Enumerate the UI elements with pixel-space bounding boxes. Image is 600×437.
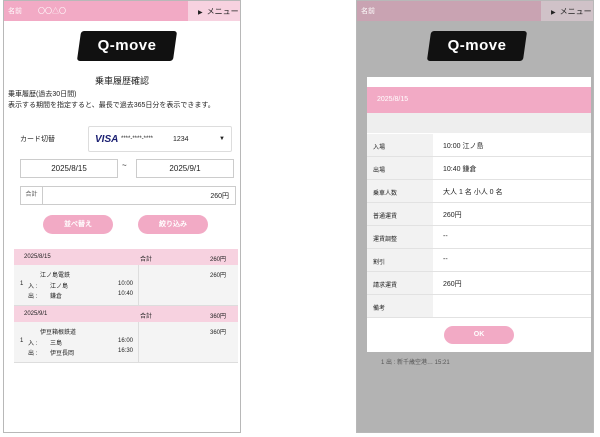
detail-row-exit: 出場 10:40 鎌倉 (367, 157, 591, 180)
menu-arrow-icon: ▶ (551, 10, 556, 16)
top-bar: 名前 ▶ メニュー (357, 1, 593, 21)
user-name-label: 名前 (8, 8, 22, 15)
detail-modal: 2025/8/15 入場 10:00 江ノ島 出場 10:40 鎌倉 乗車人数 … (367, 77, 591, 352)
history-entry[interactable]: 江ノ島電鉄 260円 1 入 : 江ノ島 10:00 出 : 鎌倉 10:40 (14, 265, 238, 306)
detail-row-fare-adjustment: 運賃調整 -- (367, 226, 591, 249)
entry-label: 入 : (28, 341, 38, 347)
entry-time: 10:00 (118, 281, 134, 287)
history-range-note: 乗車履歴(過去30日間) (8, 91, 77, 98)
entry-label: 入 : (28, 284, 38, 290)
card-select[interactable]: VISA ****-****-**** 1234 ▼ (88, 126, 232, 152)
qmove-logo: Q-move (426, 31, 528, 61)
visa-logo: VISA (95, 134, 119, 145)
menu-label: メニュー (206, 7, 239, 16)
card-switch-label: カード切替 (20, 136, 55, 143)
period-help-text: 表示する期間を指定すると、最長で過去365日分を表示できます。 (8, 102, 215, 109)
exit-label: 出 : (28, 294, 38, 300)
operator-name: 伊豆箱根鉄道 (40, 330, 77, 336)
total-label: 合計 (21, 187, 43, 204)
modal-spacer (367, 113, 591, 133)
user-name-value: 〇〇△〇 (38, 8, 66, 15)
entry-station: 三島 (50, 341, 63, 347)
detail-row-passengers: 乗車人数 大人 1 名 小人 0 名 (367, 180, 591, 203)
user-name-label: 名前 (361, 8, 375, 15)
exit-station: 伊豆長岡 (50, 351, 75, 357)
card-last-digits: 1234 (173, 136, 189, 143)
background-history-fragment: 1 出 : 新千歳空港… 15:21 (381, 360, 450, 366)
total-value: 260円 (210, 193, 229, 200)
entry-station: 江ノ島 (50, 284, 69, 290)
passenger-count: 1 (20, 281, 24, 287)
detail-row-discount: 割引 -- (367, 249, 591, 272)
history-screen: 名前 〇〇△〇 ▶ メニュー Q-move 乗車履歴確認 乗車履歴(過去30日間)… (3, 0, 241, 433)
sort-button[interactable]: 並べ替え (43, 215, 113, 234)
date-to-input[interactable]: 2025/9/1 (136, 159, 234, 178)
filter-button[interactable]: 絞り込み (138, 215, 208, 234)
exit-label: 出 : (28, 351, 38, 357)
history-date-header: 2025/8/15 合計 260円 (14, 249, 238, 265)
exit-time: 16:30 (118, 348, 134, 354)
detail-row-entry: 入場 10:00 江ノ島 (367, 134, 591, 157)
exit-station: 鎌倉 (50, 294, 63, 300)
total-field: 合計 260円 (20, 186, 236, 205)
history-date-header: 2025/9/1 合計 360円 (14, 306, 238, 322)
detail-row-remarks: 備考 (367, 295, 591, 318)
ok-button[interactable]: OK (444, 326, 514, 344)
entry-time: 16:00 (118, 338, 134, 344)
top-bar: 名前 〇〇△〇 ▶ メニュー (4, 1, 240, 21)
menu-arrow-icon: ▶ (198, 10, 203, 16)
passenger-count: 1 (20, 338, 24, 344)
menu-button[interactable]: ▶ メニュー (188, 1, 240, 21)
qmove-logo: Q-move (76, 31, 178, 61)
fare-amount: 360円 (209, 330, 226, 336)
detail-row-billed-fare: 請求運賃 260円 (367, 272, 591, 295)
fare-amount: 260円 (209, 273, 226, 279)
exit-time: 10:40 (118, 291, 134, 297)
operator-name: 江ノ島電鉄 (40, 273, 71, 279)
page-title: 乗車履歴確認 (94, 76, 149, 86)
history-entry[interactable]: 伊豆箱根鉄道 360円 1 入 : 三島 16:00 出 : 伊豆長岡 16:3… (14, 322, 238, 363)
date-range-separator: ~ (122, 161, 127, 170)
history-detail-screen: 名前 ▶ メニュー Q-move 2025/8/15 入場 10:00 江ノ島 出… (356, 0, 594, 433)
date-from-input[interactable]: 2025/8/15 (20, 159, 118, 178)
detail-row-regular-fare: 普通運賃 260円 (367, 203, 591, 226)
card-masked-number: ****-****-**** (121, 136, 154, 142)
menu-button[interactable]: ▶ メニュー (541, 1, 593, 21)
modal-date-header: 2025/8/15 (367, 87, 591, 113)
chevron-down-icon: ▼ (219, 136, 225, 142)
menu-label: メニュー (559, 7, 592, 16)
